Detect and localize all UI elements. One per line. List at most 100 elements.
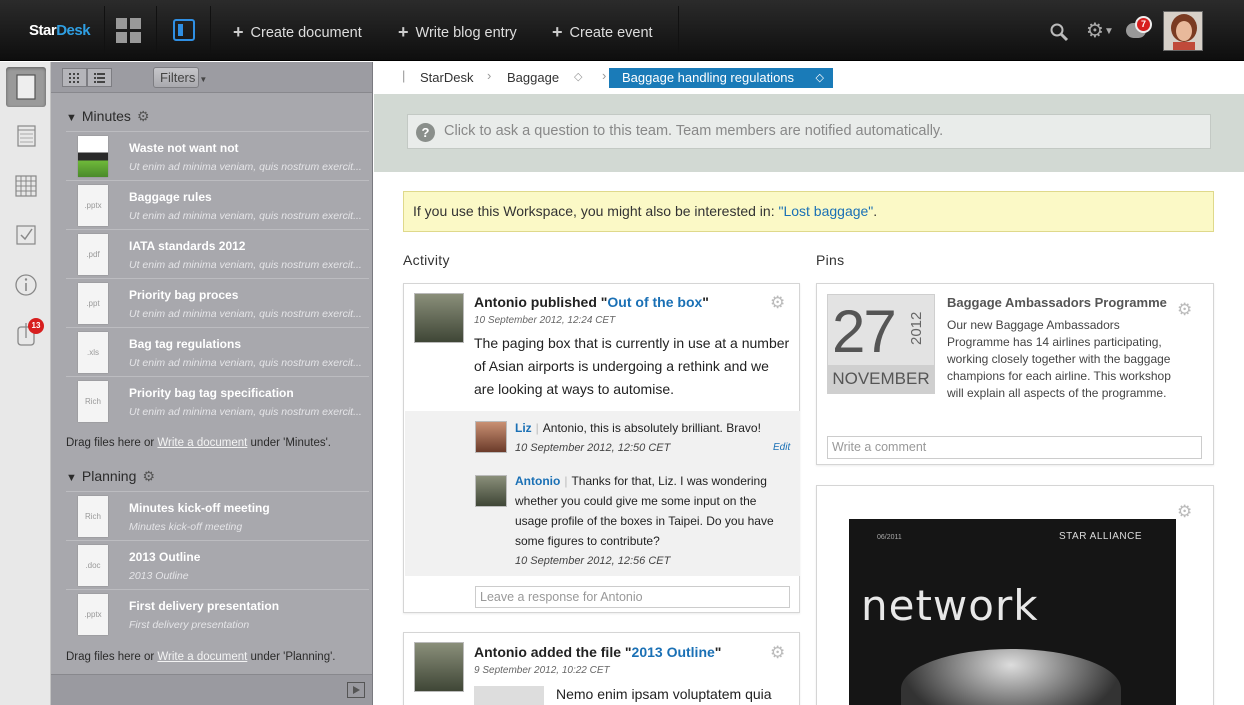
section-gear-icon[interactable]: ⚙ bbox=[137, 108, 150, 124]
document-item[interactable]: .pptx Baggage rules Ut enim ad minima ve… bbox=[66, 180, 369, 228]
strip-info[interactable] bbox=[6, 265, 46, 305]
write-document-link[interactable]: Write a document bbox=[157, 651, 247, 663]
calendar-icon bbox=[17, 125, 36, 147]
divider bbox=[104, 6, 105, 54]
collapse-triangle-icon: ▼ bbox=[66, 112, 77, 124]
apps-grid-icon[interactable] bbox=[116, 18, 141, 43]
create-event-button[interactable]: + Create event bbox=[552, 21, 653, 42]
commenter-name[interactable]: Antonio bbox=[515, 474, 560, 488]
activity-body: Nemo enim ipsam voluptatem quia bbox=[556, 686, 772, 702]
breadcrumb-item-stardesk[interactable]: StarDesk bbox=[420, 70, 473, 85]
event-description: Our new Baggage Ambassadors Programme ha… bbox=[947, 318, 1171, 400]
document-item[interactable]: .pdf IATA standards 2012 Ut enim ad mini… bbox=[66, 229, 369, 277]
file-thumbnail[interactable] bbox=[474, 686, 544, 705]
document-item[interactable]: Rich Minutes kick-off meeting Minutes ki… bbox=[66, 491, 369, 539]
breadcrumb-item-current[interactable]: Baggage handling regulations ◇ bbox=[609, 68, 833, 88]
comments-section: Liz | Antonio, this is absolutely brillian… bbox=[405, 411, 800, 576]
ask-placeholder: Click to ask a question to this team. Te… bbox=[444, 123, 944, 139]
section-gear-icon[interactable]: ⚙ bbox=[142, 468, 155, 484]
collapse-triangle-icon: ▼ bbox=[66, 472, 77, 484]
strip-tasks[interactable] bbox=[6, 215, 46, 255]
write-document-link[interactable]: Write a document bbox=[157, 437, 247, 449]
grid-view-icon[interactable] bbox=[62, 68, 87, 87]
document-title: Bag tag regulations bbox=[129, 337, 242, 351]
event-title[interactable]: Baggage Ambassadors Programme bbox=[947, 295, 1167, 310]
outline-2013-link[interactable]: 2013 Outline bbox=[632, 644, 715, 660]
magazine-date: 06/2011 bbox=[877, 534, 902, 541]
updown-icon[interactable]: ◇ bbox=[574, 70, 582, 83]
card-gear-icon[interactable]: ⚙ bbox=[1177, 502, 1192, 522]
strip-calendar[interactable] bbox=[6, 116, 46, 156]
antonio-avatar[interactable] bbox=[414, 293, 464, 343]
strip-documents[interactable] bbox=[6, 67, 46, 107]
drop-zone-planning[interactable]: Drag files here or Write a document unde… bbox=[66, 651, 335, 663]
write-blog-entry-label: Write blog entry bbox=[415, 25, 517, 41]
pins-heading: Pins bbox=[816, 252, 845, 268]
activity-title: Antonio published "Out of the box" bbox=[474, 294, 709, 310]
document-excerpt: First delivery presentation bbox=[129, 619, 250, 631]
create-event-label: Create event bbox=[569, 25, 653, 41]
card-gear-icon[interactable]: ⚙ bbox=[770, 293, 785, 313]
section-planning-header[interactable]: ▼ Planning ⚙ bbox=[66, 468, 155, 485]
ask-question-input[interactable]: ? Click to ask a question to this team. … bbox=[407, 114, 1211, 149]
search-icon[interactable] bbox=[1049, 22, 1069, 42]
document-item[interactable]: .doc 2013 Outline 2013 Outline bbox=[66, 540, 369, 588]
user-avatar[interactable] bbox=[1163, 11, 1203, 51]
comment-input[interactable]: Write a comment bbox=[827, 436, 1202, 459]
event-year: 2012 bbox=[908, 311, 925, 345]
document-title: First delivery presentation bbox=[129, 599, 280, 613]
breadcrumb-separator: | bbox=[402, 68, 406, 83]
filters-dropdown[interactable]: Filters ▼ bbox=[153, 67, 207, 88]
antonio-avatar[interactable] bbox=[414, 642, 464, 692]
document-excerpt: Minutes kick-off meeting bbox=[129, 521, 243, 533]
documents-icon bbox=[16, 74, 36, 100]
author-name[interactable]: Antonio bbox=[474, 294, 527, 310]
response-input[interactable]: Leave a response for Antonio bbox=[475, 586, 790, 608]
chevron-right-icon: › bbox=[602, 68, 607, 83]
create-document-button[interactable]: + Create document bbox=[233, 21, 362, 42]
edit-comment-link[interactable]: Edit bbox=[773, 442, 790, 453]
avatar-image bbox=[1164, 12, 1202, 50]
drop-text: under 'Minutes'. bbox=[247, 437, 331, 449]
document-item[interactable]: .pptx First delivery presentation First … bbox=[66, 589, 369, 637]
workspace-suggestion: If you use this Workspace, you might als… bbox=[403, 191, 1214, 232]
document-thumbnail: .pptx bbox=[78, 185, 108, 226]
card-gear-icon[interactable]: ⚙ bbox=[1177, 300, 1192, 320]
document-item[interactable]: .xls Bag tag regulations Ut enim ad mini… bbox=[66, 327, 369, 375]
toggle-panel-icon[interactable] bbox=[173, 19, 195, 41]
filters-label: Filters bbox=[160, 70, 196, 85]
commenter-name[interactable]: Liz bbox=[515, 421, 532, 435]
magazine-brand: STAR ALLIANCE bbox=[1059, 531, 1143, 542]
strip-grid[interactable] bbox=[6, 166, 46, 206]
magazine-cover-image[interactable]: 06/2011 STAR ALLIANCE network bbox=[849, 519, 1176, 705]
create-document-label: Create document bbox=[250, 25, 362, 41]
updown-icon: ◇ bbox=[815, 72, 824, 84]
document-item[interactable]: .ppt Priority bag proces Ut enim ad mini… bbox=[66, 278, 369, 326]
section-minutes-header[interactable]: ▼ Minutes ⚙ bbox=[66, 108, 149, 125]
document-item[interactable]: Waste not want not Ut enim ad minima ven… bbox=[66, 131, 369, 179]
logo-star-text: Star bbox=[29, 22, 57, 39]
breadcrumb: | StarDesk › Baggage ◇ › Baggage handlin… bbox=[374, 62, 1244, 94]
chevron-down-icon: ▼ bbox=[199, 75, 208, 84]
out-of-the-box-link[interactable]: Out of the box bbox=[607, 294, 702, 310]
card-gear-icon[interactable]: ⚙ bbox=[770, 643, 785, 663]
document-title: 2013 Outline bbox=[129, 550, 201, 564]
document-item[interactable]: Rich Priority bag tag specification Ut e… bbox=[66, 376, 369, 424]
document-thumbnail: .pptx bbox=[78, 594, 108, 635]
comment-time: 10 September 2012, 12:50 CET bbox=[515, 442, 671, 454]
lost-baggage-link[interactable]: "Lost baggage" bbox=[778, 203, 873, 219]
logo[interactable]: StarDesk bbox=[29, 22, 91, 39]
list-view-icon[interactable] bbox=[87, 68, 112, 87]
drop-zone-minutes[interactable]: Drag files here or Write a document unde… bbox=[66, 437, 331, 449]
activity-verb: published " bbox=[526, 294, 608, 310]
author-name[interactable]: Antonio bbox=[474, 644, 527, 660]
settings-gear-icon[interactable]: ⚙▼ bbox=[1086, 18, 1114, 43]
liz-avatar[interactable] bbox=[475, 421, 507, 453]
breadcrumb-item-baggage[interactable]: Baggage bbox=[507, 70, 559, 85]
drop-text: under 'Planning'. bbox=[247, 651, 336, 663]
document-excerpt: Ut enim ad minima veniam, quis nostrum e… bbox=[129, 308, 362, 320]
antonio-avatar[interactable] bbox=[475, 475, 507, 507]
write-blog-entry-button[interactable]: + Write blog entry bbox=[398, 21, 517, 42]
play-icon[interactable] bbox=[347, 682, 365, 698]
breadcrumb-current-label: Baggage handling regulations bbox=[622, 70, 795, 85]
